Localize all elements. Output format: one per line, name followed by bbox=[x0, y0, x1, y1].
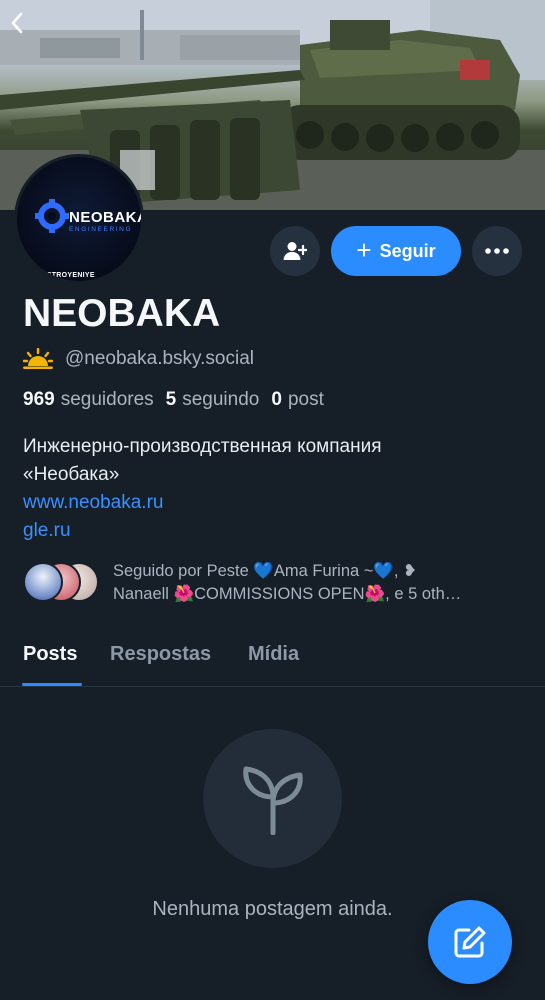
bio-line-1: Инженерно-производственная компания bbox=[23, 436, 382, 457]
secondary-link[interactable]: gle.ru bbox=[23, 517, 523, 545]
followers-label: seguidores bbox=[60, 389, 154, 410]
person-add-icon bbox=[283, 242, 307, 260]
avatar[interactable]: NEOBAKA ENGINEERING OSTROYENIYE bbox=[14, 154, 144, 284]
tab-posts[interactable]: Posts bbox=[23, 643, 77, 666]
website-link[interactable]: www.neobaka.ru bbox=[23, 489, 523, 517]
compose-icon bbox=[454, 926, 486, 958]
followers-count: 969 bbox=[23, 389, 55, 410]
tab-replies[interactable]: Respostas bbox=[110, 643, 211, 666]
follower-avatars bbox=[23, 560, 103, 604]
followed-by-text: Seguido por Peste 💙Ama Furina ~💙, ❥ Nana… bbox=[113, 560, 518, 606]
display-name: NEOBAKA bbox=[23, 292, 221, 335]
followed-by-line-1: Seguido por Peste 💙Ama Furina ~💙, ❥ bbox=[113, 562, 417, 580]
tab-media[interactable]: Mídia bbox=[248, 643, 299, 666]
profile-bio: Инженерно-производственная компания «Нео… bbox=[23, 433, 523, 545]
followed-by-row[interactable]: Seguido por Peste 💙Ama Furina ~💙, ❥ Nana… bbox=[23, 560, 523, 606]
active-tab-indicator bbox=[22, 683, 82, 686]
followed-by-line-2: Nanaell 🌺COMMISSIONS OPEN🌺, e 5 oth… bbox=[113, 585, 462, 603]
bio-line-2: «Необака» bbox=[23, 464, 120, 485]
follower-avatar bbox=[23, 562, 63, 602]
avatar-brand-text: NEOBAKA bbox=[69, 209, 141, 226]
followers-stat[interactable]: 969 seguidores bbox=[23, 389, 154, 411]
gear-icon bbox=[35, 199, 69, 233]
ellipsis-icon bbox=[485, 248, 509, 254]
posts-stat: 0 post bbox=[271, 389, 324, 411]
handle-text[interactable]: @neobaka.bsky.social bbox=[65, 348, 254, 370]
more-options-button[interactable] bbox=[472, 226, 522, 276]
plus-icon: + bbox=[356, 235, 372, 265]
avatar-sub-text: ENGINEERING bbox=[69, 226, 133, 233]
sprout-icon bbox=[242, 766, 303, 835]
following-stat[interactable]: 5 seguindo bbox=[166, 389, 260, 411]
posts-count: 0 bbox=[271, 389, 282, 410]
empty-state-illustration bbox=[203, 729, 342, 868]
following-count: 5 bbox=[165, 389, 177, 410]
profile-tabs: Posts Respostas Mídia bbox=[0, 635, 545, 687]
follow-button[interactable]: + Seguir bbox=[331, 226, 461, 276]
profile-page: NEOBAKA ENGINEERING OSTROYENIYE + Seguir… bbox=[0, 0, 545, 1000]
following-label: seguindo bbox=[182, 389, 260, 410]
back-button[interactable] bbox=[10, 12, 42, 44]
posts-label: post bbox=[287, 389, 324, 410]
profile-stats: 969 seguidores 5 seguindo 0 post bbox=[23, 389, 324, 411]
handle-row: @neobaka.bsky.social bbox=[23, 348, 254, 370]
avatar-bottom-text: OSTROYENIYE bbox=[41, 272, 95, 279]
chevron-left-icon bbox=[11, 12, 23, 34]
sun-emoji-icon bbox=[23, 348, 53, 369]
avatar-logo: NEOBAKA ENGINEERING OSTROYENIYE bbox=[17, 157, 141, 281]
compose-button[interactable] bbox=[428, 900, 512, 984]
add-user-button[interactable] bbox=[270, 226, 320, 276]
follow-label: Seguir bbox=[379, 240, 436, 261]
